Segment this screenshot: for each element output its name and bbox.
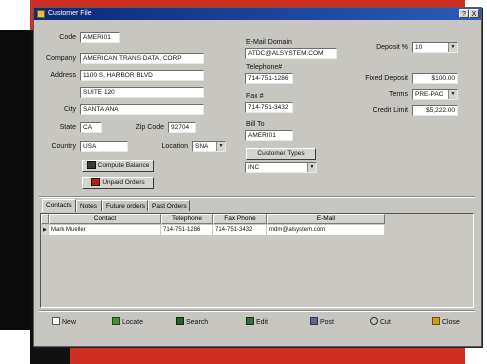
post-button[interactable]: Post bbox=[310, 314, 334, 332]
location-label: Location bbox=[161, 143, 188, 150]
state-label: State bbox=[59, 124, 76, 131]
credit-limit-field[interactable]: $5,222.00 bbox=[412, 105, 458, 116]
terms-value: PRE-PAC bbox=[415, 91, 444, 98]
app-icon bbox=[37, 10, 45, 18]
code-field[interactable]: AMERI01 bbox=[80, 32, 120, 43]
terms-label: Terms bbox=[388, 91, 408, 98]
table-cell-telephone[interactable]: 714-751-1286 bbox=[161, 225, 213, 235]
location-value: SNA bbox=[195, 143, 209, 150]
calculator-icon bbox=[86, 161, 96, 170]
cut-button[interactable]: Cut bbox=[370, 314, 391, 332]
country-field[interactable]: USA bbox=[80, 141, 128, 152]
zip-field[interactable]: 92704 bbox=[168, 122, 196, 133]
unpaid-orders-button[interactable]: Unpaid Orders bbox=[82, 177, 154, 189]
locate-button[interactable]: Locate bbox=[112, 314, 143, 332]
window-title: Customer File bbox=[48, 10, 92, 17]
fixed-deposit-field[interactable]: $100.00 bbox=[412, 73, 458, 84]
company-field[interactable]: AMERICAN TRANS DATA, CORP bbox=[80, 53, 204, 64]
address-line2-field[interactable]: SUITE 120 bbox=[80, 87, 204, 98]
tab-contacts[interactable]: Contacts bbox=[42, 199, 76, 212]
city-field[interactable]: SANTA ANA bbox=[80, 104, 204, 115]
compute-balance-label: Compute Balance bbox=[97, 162, 150, 169]
tab-past-orders[interactable]: Past Orders bbox=[148, 200, 190, 211]
bill-to-field[interactable]: AMERI01 bbox=[245, 130, 293, 141]
fax-field[interactable]: 714-751-3432 bbox=[245, 102, 293, 113]
close-button[interactable]: Close bbox=[432, 314, 460, 332]
divider bbox=[39, 310, 475, 312]
locate-icon bbox=[112, 317, 120, 325]
new-label: New bbox=[62, 319, 77, 326]
locate-label: Locate bbox=[122, 319, 144, 326]
deposit-select[interactable]: 10 ▼ bbox=[412, 42, 458, 53]
chevron-down-icon[interactable]: ▼ bbox=[448, 90, 457, 99]
row-marker-header bbox=[41, 214, 49, 224]
table-cell-fax[interactable]: 714-751-3432 bbox=[213, 225, 267, 235]
telephone-field[interactable]: 714-751-1286 bbox=[245, 73, 293, 84]
title-bar: Customer File ? X bbox=[34, 8, 481, 20]
credit-limit-label: Credit Limit bbox=[372, 107, 408, 114]
column-header-telephone[interactable]: Telephone bbox=[161, 214, 213, 224]
divider bbox=[39, 196, 475, 198]
compute-balance-button[interactable]: Compute Balance bbox=[82, 160, 154, 172]
zip-label: Zip Code bbox=[135, 124, 164, 131]
deposit-value: 10 bbox=[415, 44, 423, 51]
tab-notes[interactable]: Notes bbox=[76, 200, 102, 211]
fixed-deposit-label: Fixed Deposit bbox=[365, 75, 408, 82]
chevron-down-icon[interactable]: ▼ bbox=[307, 163, 316, 172]
edit-icon bbox=[246, 317, 254, 325]
post-label: Post bbox=[320, 319, 335, 326]
table-cell-contact[interactable]: Mark Mueller bbox=[49, 225, 161, 235]
state-field[interactable]: CA bbox=[80, 122, 102, 133]
company-label: Company bbox=[46, 55, 76, 62]
telephone-label: Telephone# bbox=[246, 64, 283, 71]
search-label: Search bbox=[186, 319, 209, 326]
edit-label: Edit bbox=[256, 319, 269, 326]
customer-file-window: Customer File ? X Code AMERI01 Company A… bbox=[33, 7, 482, 347]
row-selector-icon[interactable]: ▶ bbox=[41, 225, 49, 235]
address-label: Address bbox=[50, 72, 76, 79]
customer-types-button[interactable]: Customer Types bbox=[246, 148, 316, 160]
column-header-contact[interactable]: Contact bbox=[49, 214, 161, 224]
code-label: Code bbox=[59, 34, 76, 41]
tab-future-orders[interactable]: Future orders bbox=[102, 200, 148, 211]
column-header-fax[interactable]: Fax Phone bbox=[213, 214, 267, 224]
edit-button[interactable]: Edit bbox=[246, 314, 268, 332]
door-icon bbox=[432, 317, 440, 325]
contacts-grid[interactable]: Contact Telephone Fax Phone E-Mail ▶ Mar… bbox=[40, 213, 474, 308]
new-button[interactable]: New bbox=[52, 314, 76, 332]
table-cell-email[interactable]: mdm@alsystem.com bbox=[267, 225, 385, 235]
customer-type-value: INC bbox=[248, 164, 260, 171]
bill-to-label: Bill To bbox=[246, 121, 265, 128]
search-icon bbox=[176, 317, 184, 325]
country-label: Country bbox=[51, 143, 76, 150]
location-select[interactable]: SNA ▼ bbox=[192, 141, 226, 152]
close-window-button[interactable]: X bbox=[469, 9, 479, 18]
post-icon bbox=[310, 317, 318, 325]
customer-type-select[interactable]: INC ▼ bbox=[245, 162, 317, 173]
unpaid-orders-label: Unpaid Orders bbox=[102, 179, 145, 186]
orders-icon bbox=[91, 178, 101, 187]
help-button[interactable]: ? bbox=[459, 9, 469, 18]
fax-label: Fax # bbox=[246, 93, 264, 100]
chevron-down-icon[interactable]: ▼ bbox=[216, 142, 225, 151]
chevron-down-icon[interactable]: ▼ bbox=[448, 43, 457, 52]
email-domain-label: E-Mail Domain bbox=[246, 39, 292, 46]
search-button[interactable]: Search bbox=[176, 314, 208, 332]
close-label: Close bbox=[442, 319, 460, 326]
terms-select[interactable]: PRE-PAC ▼ bbox=[412, 89, 458, 100]
address-line1-field[interactable]: 1100 S. HARBOR BLVD bbox=[80, 70, 204, 81]
cut-label: Cut bbox=[380, 319, 391, 326]
email-domain-field[interactable]: ATDC@ALSYSTEM.COM bbox=[245, 48, 337, 59]
column-header-email[interactable]: E-Mail bbox=[267, 214, 385, 224]
city-label: City bbox=[63, 106, 76, 113]
new-document-icon bbox=[52, 317, 60, 325]
scissors-icon bbox=[370, 317, 378, 325]
deposit-label: Deposit % bbox=[376, 44, 408, 51]
